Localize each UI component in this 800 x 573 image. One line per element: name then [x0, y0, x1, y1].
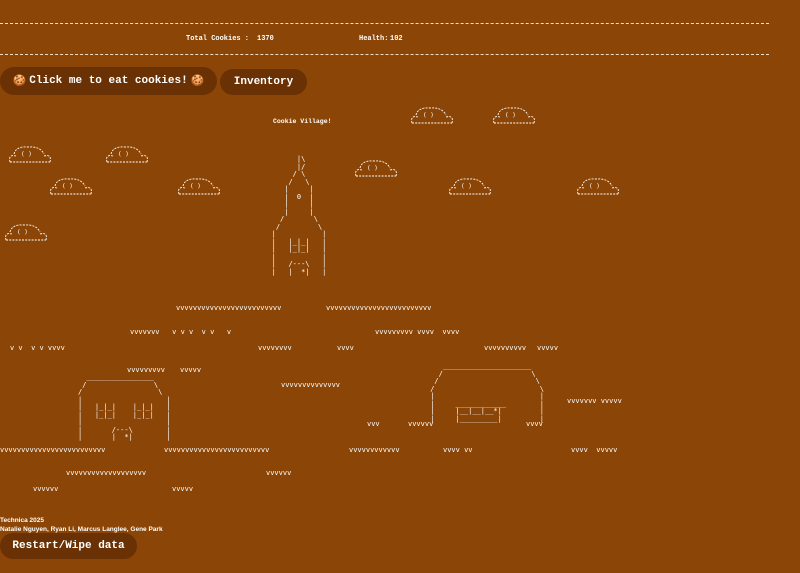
game-page: Total Cookies : 1370 Health: 102 🍪 Click… — [0, 0, 800, 573]
grass-row: vvvvvvvvv vvvv vvvv — [375, 328, 460, 336]
grass-row: vvvvvvvvvvvvvv — [281, 381, 341, 389]
cloud-icon: ( ) — [577, 178, 619, 195]
svg-text:( ): ( ) — [423, 112, 434, 119]
inventory-button[interactable]: Inventory — [220, 69, 307, 95]
health-value: 102 — [390, 35, 403, 43]
grass-row: vvvvv — [180, 366, 202, 374]
grass-row: v v v v vvvv — [10, 344, 65, 352]
cookie-icon: 🍪 — [190, 76, 205, 88]
cloud-icon: ( ) — [50, 178, 92, 195]
grass-row: vvvvvvv v v v v v v — [130, 328, 232, 336]
svg-text:( ): ( ) — [505, 112, 516, 119]
cloud-icon: ( ) — [449, 178, 491, 195]
eat-cookies-button[interactable]: 🍪 Click me to eat cookies! 🍪 — [0, 67, 217, 95]
left-house-art: ________________ / \ / \ | | | |_|_| |_|… — [78, 373, 171, 441]
cloud-icon: ( ) — [9, 146, 51, 163]
cookie-icon: 🍪 — [12, 76, 27, 88]
top-divider — [0, 23, 769, 24]
eat-cookies-label: Click me to eat cookies! — [29, 75, 188, 87]
svg-text:( ): ( ) — [367, 165, 378, 172]
village-title: Cookie Village! — [273, 118, 332, 125]
cloud-icon: ( ) — [178, 178, 220, 195]
bottom-divider — [0, 54, 769, 55]
cloud-icon: ( ) — [493, 107, 535, 124]
grass-row: vvvv vvvvv — [571, 446, 618, 454]
svg-text:( ): ( ) — [21, 151, 32, 158]
cookies-value: 1370 — [257, 35, 274, 43]
grass-row: vvvvvvvv — [258, 344, 292, 352]
credits-event: Technica 2025 — [0, 517, 44, 524]
right-house-art: _____________________ / \ / \ / \ | | | … — [430, 362, 545, 423]
svg-text:( ): ( ) — [62, 183, 73, 190]
grass-row: vvvvvvvvv — [127, 366, 165, 374]
svg-text:( ): ( ) — [461, 183, 472, 190]
cloud-icon: ( ) — [5, 224, 47, 241]
svg-text:( ): ( ) — [17, 229, 28, 236]
grass-row: vvvvvvvvvvvvvvvvvvvvvvvvv — [176, 304, 282, 312]
grass-row: vvvvvvvvvv — [484, 344, 527, 352]
grass-row: vvvvvvvvvvvvvvvvvvvvvvvvv — [326, 304, 432, 312]
cloud-icon: ( ) — [106, 146, 148, 163]
grass-row: vvv — [367, 420, 380, 428]
grass-row: vvvvv — [172, 485, 194, 493]
grass-row: vvvvvvvvvvvvvvvvvvvvvvvvv — [0, 446, 106, 454]
svg-text:( ): ( ) — [118, 151, 129, 158]
cookies-label: Total Cookies : — [186, 35, 250, 43]
grass-row: vvvv vv — [443, 446, 473, 454]
grass-row: vvvvvvvvvvvvvvvvvvvvvvvvv — [164, 446, 270, 454]
grass-row: vvvvvv — [408, 420, 434, 428]
health-label: Health: — [359, 35, 389, 43]
grass-row: vvvvvvvvvvvv — [349, 446, 400, 454]
credits: Technica 2025 Natalie Nguyen, Ryan Li, M… — [0, 516, 163, 534]
grass-row: vvvvvvvvvvvvvvvvvvv — [66, 469, 147, 477]
svg-text:( ): ( ) — [589, 183, 600, 190]
grass-row: vvvvvv — [266, 469, 292, 477]
cloud-icon: ( ) — [411, 107, 453, 124]
grass-row: vvvvvv — [33, 485, 59, 493]
church-art: |\ |/ / \ / \ | | | 0 | | | | | / \ / \ … — [271, 155, 327, 276]
restart-button[interactable]: Restart/Wipe data — [0, 533, 137, 559]
svg-text:( ): ( ) — [190, 183, 201, 190]
grass-row: vvvvvvv vvvvv — [567, 397, 622, 405]
grass-row: vvvvv — [537, 344, 559, 352]
cloud-icon: ( ) — [355, 160, 397, 177]
grass-row: vvvv — [337, 344, 354, 352]
grass-row: vvvv — [526, 420, 543, 428]
